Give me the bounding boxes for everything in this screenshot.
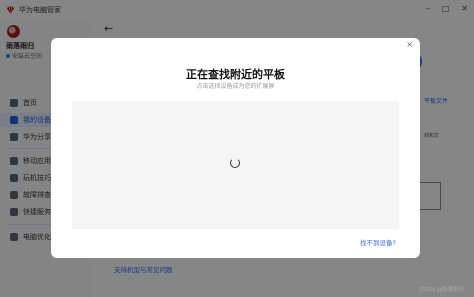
loading-spinner-icon [230,158,240,168]
watermark: CSDN @雨落雨归 [419,287,464,293]
find-tablet-dialog: × 正在查找附近的平板 点击选择设备成为您的扩展屏 找不到设备? [51,38,420,258]
dialog-title: 正在查找附近的平板 [186,68,285,81]
dialog-subtitle: 点击选择设备成为您的扩展屏 [196,83,275,90]
close-icon[interactable]: × [406,40,413,49]
device-search-area [72,101,399,229]
device-not-found-link[interactable]: 找不到设备? [360,237,396,247]
